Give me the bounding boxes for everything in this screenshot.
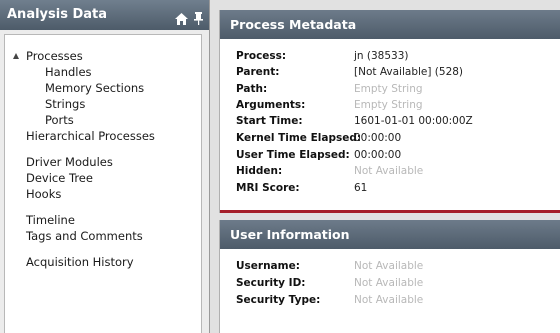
mri-score-label: MRI Score:	[236, 182, 300, 194]
tree-item-acquisition-history[interactable]: Acquisition History	[26, 255, 134, 269]
user-information-header: User Information	[220, 220, 560, 249]
expanded-arrow-icon[interactable]	[13, 53, 19, 59]
metadata-row-arguments: Arguments: Empty String	[236, 98, 423, 112]
user-time-value: 00:00:00	[354, 149, 402, 161]
tree-item-hierarchical-processes[interactable]: Hierarchical Processes	[26, 129, 155, 143]
metadata-row-mri-score: MRI Score: 61	[236, 181, 367, 195]
metadata-row-hidden: Hidden: Not Available	[236, 164, 423, 178]
tree-item-driver-modules[interactable]: Driver Modules	[26, 155, 113, 169]
user-row-security-id: Security ID: Not Available	[236, 276, 423, 290]
user-time-label: User Time Elapsed:	[236, 149, 350, 161]
process-value: jn (38533)	[354, 50, 409, 62]
metadata-row-user-time: User Time Elapsed: 00:00:00	[236, 148, 401, 162]
user-row-security-type: Security Type: Not Available	[236, 293, 423, 307]
card-accent-divider	[220, 210, 560, 213]
hidden-label: Hidden:	[236, 165, 283, 177]
tree-item-ports[interactable]: Ports	[45, 113, 74, 127]
metadata-row-process: Process: jn (38533)	[236, 49, 409, 63]
metadata-row-start-time: Start Time: 1601-01-01 00:00:00Z	[236, 114, 473, 128]
arguments-label: Arguments:	[236, 99, 306, 111]
user-information-card: User Information Username: Not Available …	[219, 220, 560, 333]
tree-item-strings[interactable]: Strings	[45, 97, 85, 111]
navigation-tree: Processes Handles Memory Sections String…	[4, 34, 202, 333]
user-row-username: Username: Not Available	[236, 259, 423, 273]
metadata-row-path: Path: Empty String	[236, 82, 423, 96]
path-label: Path:	[236, 83, 268, 95]
pin-icon[interactable]	[194, 7, 203, 37]
security-id-label: Security ID:	[236, 277, 306, 289]
tree-item-hooks[interactable]: Hooks	[26, 187, 61, 201]
analysis-data-panel: Analysis Data Processes Handles Memory S…	[0, 0, 210, 333]
kernel-time-value: 00:00:00	[354, 132, 402, 144]
header-icons	[175, 7, 203, 37]
process-metadata-header: Process Metadata	[220, 10, 560, 39]
tree-item-handles[interactable]: Handles	[45, 65, 92, 79]
username-label: Username:	[236, 260, 300, 272]
parent-value: [Not Available] (528)	[354, 66, 464, 78]
tree-item-processes[interactable]: Processes	[26, 49, 83, 63]
hidden-value: Not Available	[354, 165, 424, 177]
security-type-label: Security Type:	[236, 294, 321, 306]
app-root: Analysis Data Processes Handles Memory S…	[0, 0, 560, 333]
tree-item-device-tree[interactable]: Device Tree	[26, 171, 93, 185]
kernel-time-label: Kernel Time Elapsed:	[236, 132, 362, 144]
process-label: Process:	[236, 50, 287, 62]
process-metadata-card: Process Metadata Process: jn (38533) Par…	[219, 10, 560, 213]
metadata-row-parent: Parent: [Not Available] (528)	[236, 65, 463, 79]
tree-item-tags-and-comments[interactable]: Tags and Comments	[26, 229, 143, 243]
security-type-value: Not Available	[354, 294, 424, 306]
security-id-value: Not Available	[354, 277, 424, 289]
metadata-row-kernel-time: Kernel Time Elapsed:00:00:00	[236, 131, 401, 145]
start-time-value: 1601-01-01 00:00:00Z	[354, 115, 473, 127]
arguments-value: Empty String	[354, 99, 423, 111]
start-time-label: Start Time:	[236, 115, 303, 127]
mri-score-value: 61	[354, 182, 368, 194]
home-icon[interactable]	[175, 7, 188, 37]
parent-label: Parent:	[236, 66, 280, 78]
tree-item-memory-sections[interactable]: Memory Sections	[45, 81, 144, 95]
path-value: Empty String	[354, 83, 423, 95]
tree-item-timeline[interactable]: Timeline	[26, 213, 75, 227]
analysis-data-header: Analysis Data	[0, 0, 209, 30]
username-value: Not Available	[354, 260, 424, 272]
panel-title: Analysis Data	[7, 7, 108, 22]
